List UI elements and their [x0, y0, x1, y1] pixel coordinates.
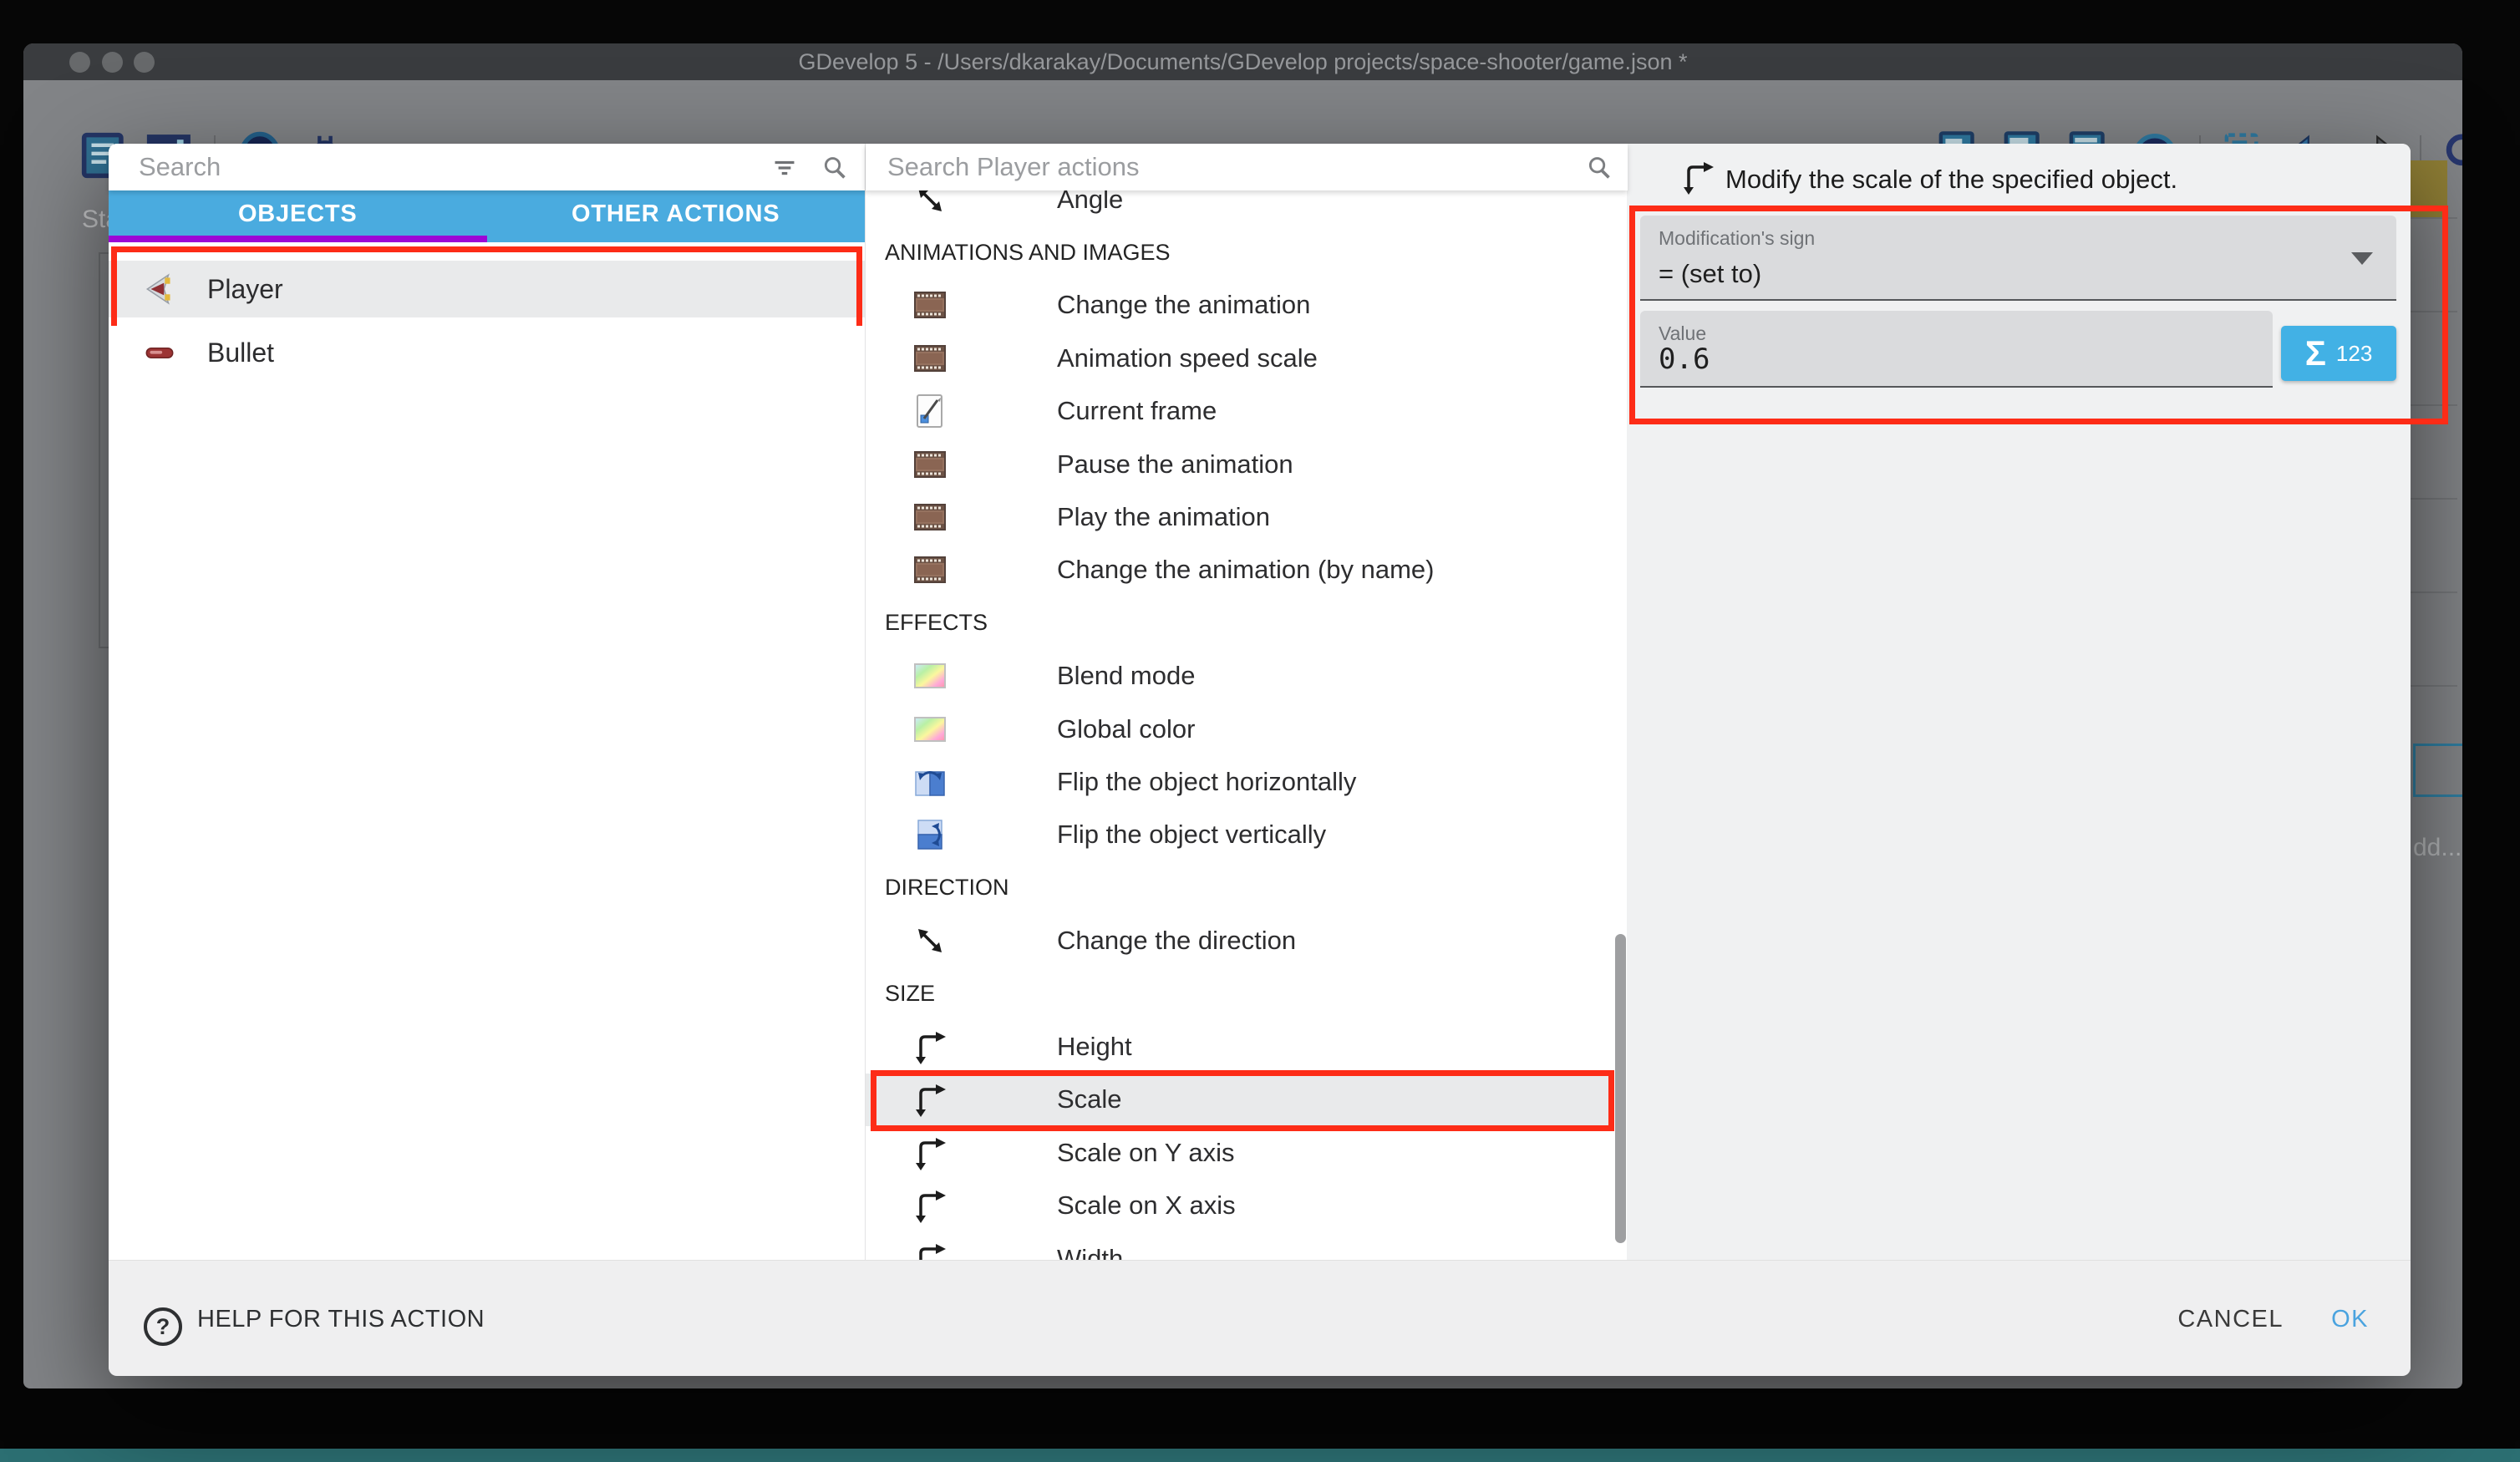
object-search-bar[interactable]: Search — [109, 144, 865, 190]
filter-icon[interactable] — [770, 153, 800, 183]
chevron-down-icon[interactable] — [2351, 252, 2373, 265]
direction-icon — [912, 922, 948, 959]
modification-sign-select[interactable]: Modification's sign = (set to) — [1640, 216, 2396, 301]
action-list: Angle ANIMATIONS AND IMAGES Change the a… — [866, 190, 1628, 1260]
tab-other-actions[interactable]: OTHER ACTIONS — [487, 190, 866, 242]
action-item[interactable]: Width — [866, 1232, 1613, 1260]
action-item[interactable]: Change the animation — [866, 279, 1613, 332]
action-list-panel: Search Player actions Angle ANIMATIONS A… — [865, 144, 1628, 1260]
background-add-action-outline — [2413, 744, 2462, 797]
field-label: Value — [1659, 322, 1706, 345]
object-selector-panel: Search OBJECTS OTHER ACTIONS Player Bull… — [109, 144, 865, 1260]
size-icon — [912, 1081, 948, 1118]
field-label: Modification's sign — [1659, 227, 1815, 250]
action-item[interactable]: Flip the object vertically — [866, 809, 1613, 861]
action-parameters-panel: Modify the scale of the specified object… — [1627, 144, 2411, 1260]
action-search-input[interactable]: Search Player actions — [887, 144, 1140, 190]
section-header: SIZE — [866, 967, 1613, 1020]
background-selected-action — [2411, 160, 2447, 217]
action-item[interactable]: Change the direction — [866, 914, 1613, 967]
field-value: = (set to) — [1659, 259, 1761, 289]
size-icon — [912, 1028, 948, 1065]
action-item[interactable]: Global color — [866, 703, 1613, 755]
help-button[interactable]: HELP FOR THIS ACTION — [197, 1306, 485, 1333]
expression-editor-button[interactable]: Σ 123 — [2281, 326, 2396, 381]
field-value[interactable]: 0.6 — [1659, 343, 1710, 376]
object-item[interactable]: Player — [109, 261, 865, 317]
section-header: EFFECTS — [866, 596, 1613, 649]
flip-h-icon — [912, 764, 948, 800]
size-icon — [912, 1241, 948, 1261]
bullet-icon — [140, 333, 179, 372]
action-item[interactable]: Animation speed scale — [866, 332, 1613, 384]
film-icon — [912, 551, 948, 588]
action-item[interactable]: Pause the animation — [866, 438, 1613, 490]
size-icon — [912, 1187, 948, 1224]
object-tabs: OBJECTS OTHER ACTIONS — [109, 190, 865, 242]
search-icon — [820, 153, 850, 183]
action-item[interactable]: Current frame — [866, 385, 1613, 438]
background-add-text: dd... — [2413, 834, 2462, 862]
action-item[interactable]: Scale on X axis — [866, 1179, 1613, 1231]
object-item[interactable]: Bullet — [109, 326, 865, 379]
action-description: Modify the scale of the specified object… — [1725, 144, 2177, 216]
sigma-icon: Σ — [2305, 333, 2326, 373]
section-header: ANIMATIONS AND IMAGES — [866, 226, 1613, 278]
action-search-bar[interactable]: Search Player actions — [866, 144, 1628, 190]
search-icon — [1584, 153, 1614, 183]
action-item[interactable]: Scale — [866, 1074, 1613, 1126]
scrollbar-thumb[interactable] — [1615, 934, 1626, 1243]
action-item[interactable]: Scale on Y axis — [866, 1126, 1613, 1179]
cancel-button[interactable]: CANCEL — [2177, 1306, 2284, 1333]
expression-button-label: 123 — [2336, 341, 2372, 367]
action-editor-dialog: Search OBJECTS OTHER ACTIONS Player Bull… — [109, 144, 2411, 1375]
object-search-input[interactable]: Search — [139, 144, 221, 190]
action-item[interactable]: Height — [866, 1020, 1613, 1073]
action-item[interactable]: Angle — [866, 190, 1613, 226]
action-item[interactable]: Change the animation (by name) — [866, 544, 1613, 596]
color-icon — [912, 711, 948, 748]
scale-action-icon — [1679, 159, 1716, 195]
object-list: Player Bullet — [109, 242, 865, 379]
film-icon — [912, 340, 948, 377]
action-item[interactable]: Blend mode — [866, 650, 1613, 703]
window-title: GDevelop 5 - /Users/dkarakay/Documents/G… — [23, 43, 2462, 80]
film-icon — [912, 287, 948, 323]
blend-icon — [912, 657, 948, 694]
film-icon — [912, 446, 948, 483]
ok-button[interactable]: OK — [2331, 1306, 2369, 1333]
action-item[interactable]: Flip the object horizontally — [866, 755, 1613, 808]
help-icon[interactable]: ? — [144, 1307, 182, 1346]
angle-icon — [912, 190, 948, 218]
film-icon — [912, 499, 948, 536]
frame-icon — [912, 393, 948, 429]
tab-objects[interactable]: OBJECTS — [109, 190, 487, 242]
action-item[interactable]: Play the animation — [866, 490, 1613, 543]
section-header: DIRECTION — [866, 861, 1613, 914]
dialog-footer: ? HELP FOR THIS ACTION CANCEL OK — [109, 1260, 2411, 1376]
value-input[interactable]: Value 0.6 — [1640, 311, 2273, 388]
flip-v-icon — [912, 816, 948, 853]
desktop-edge — [0, 1449, 2520, 1462]
player-ship-icon — [140, 270, 179, 308]
background-event-sheet: dd... — [2411, 124, 2462, 1388]
size-icon — [912, 1135, 948, 1171]
title-bar: GDevelop 5 - /Users/dkarakay/Documents/G… — [23, 43, 2462, 80]
